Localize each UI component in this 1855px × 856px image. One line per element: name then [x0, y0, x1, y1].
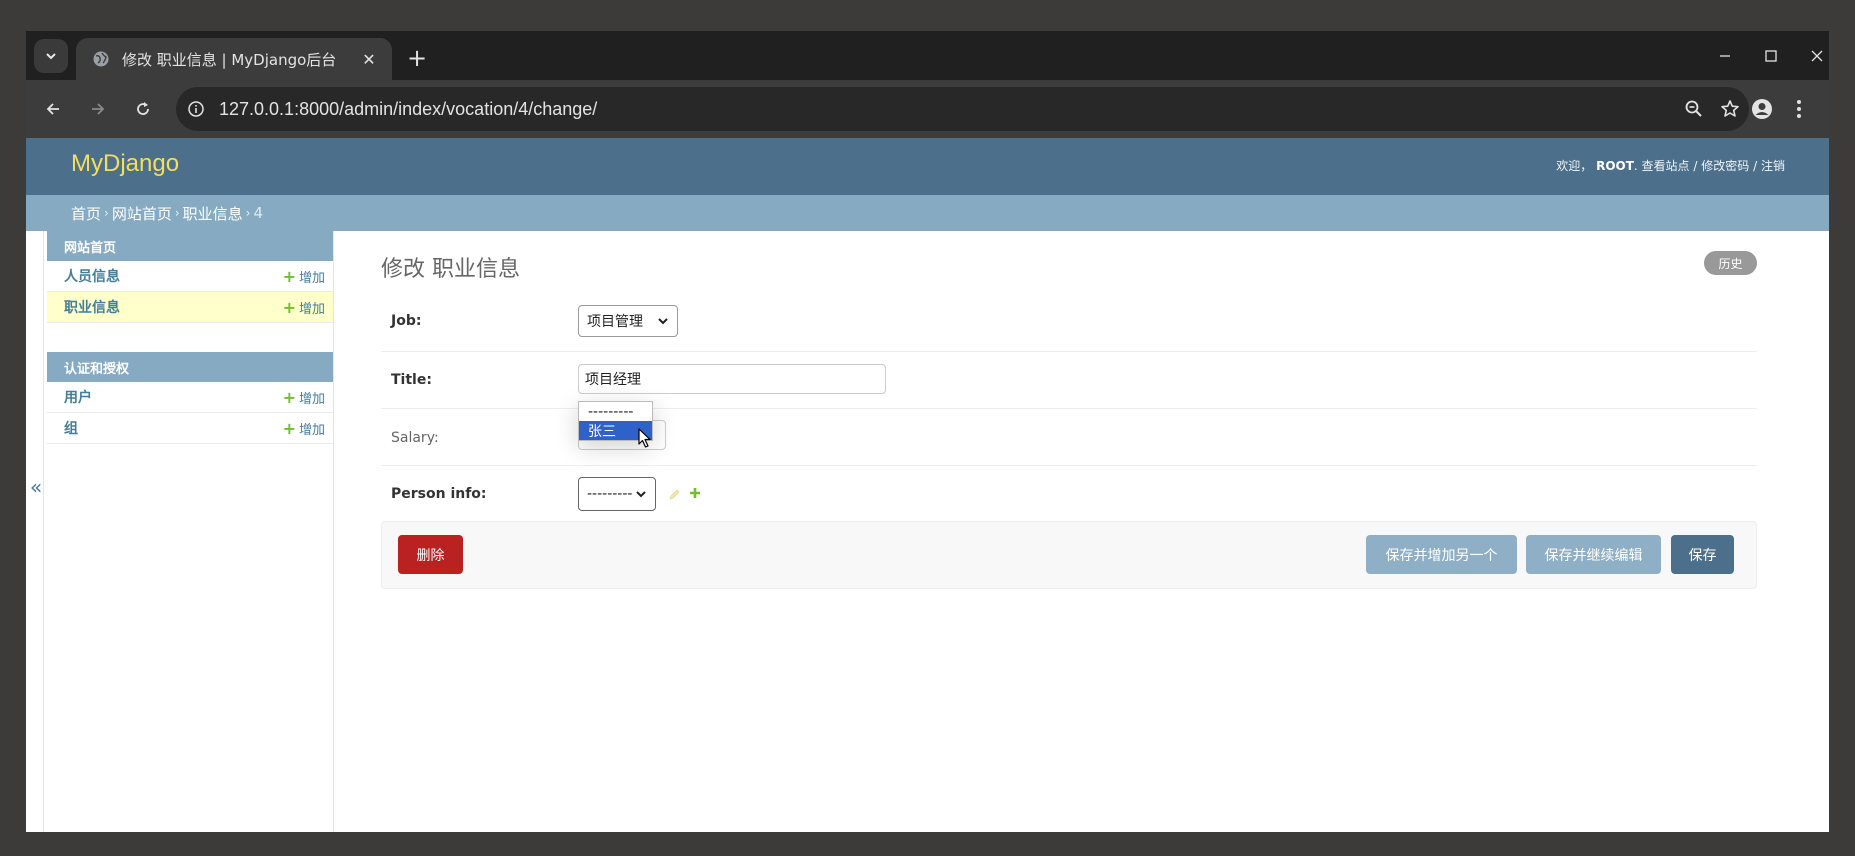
plus-icon: +: [282, 297, 296, 317]
close-window-icon[interactable]: [1797, 39, 1829, 73]
menu-dots-icon[interactable]: [1784, 93, 1814, 125]
history-button[interactable]: 历史: [1704, 251, 1757, 275]
save-button[interactable]: 保存: [1671, 535, 1734, 574]
browser-window: 修改 职业信息 | MyDjango后台 ✕ + 127.0.0.1:8000/…: [26, 31, 1829, 832]
sidebar-item-users[interactable]: 用户 + 增加: [47, 382, 333, 413]
breadcrumb-app[interactable]: 网站首页: [112, 203, 172, 224]
delete-button[interactable]: 删除: [398, 535, 463, 574]
plus-icon: +: [282, 387, 296, 407]
person-info-label: Person info:: [391, 486, 487, 502]
sidebar-collapse-strip[interactable]: «: [26, 231, 44, 832]
logout-link[interactable]: 注销: [1761, 159, 1785, 173]
site-brand[interactable]: MyDjango: [71, 150, 179, 178]
chevron-down-icon: [635, 488, 647, 500]
browser-tab[interactable]: 修改 职业信息 | MyDjango后台 ✕: [76, 38, 392, 80]
globe-icon: [92, 50, 110, 68]
admin-header: MyDjango 欢迎， ROOT. 查看站点 / 修改密码 / 注销: [26, 138, 1829, 195]
module-caption-app[interactable]: 网站首页: [47, 231, 333, 261]
welcome-text: 欢迎，: [1556, 159, 1593, 173]
add-vocation-link[interactable]: + 增加: [283, 298, 325, 317]
dropdown-option[interactable]: ---------: [579, 402, 652, 421]
chevron-down-icon: [657, 315, 669, 327]
site-info-icon[interactable]: [181, 94, 211, 124]
salary-label: Salary:: [391, 430, 439, 446]
maximize-icon[interactable]: [1751, 39, 1791, 73]
url-text: 127.0.0.1:8000/admin/index/vocation/4/ch…: [219, 98, 598, 119]
field-row-person-info: Person info: ---------: [381, 466, 1757, 526]
collapse-sidebar-icon[interactable]: «: [30, 475, 42, 499]
breadcrumb-model[interactable]: 职业信息: [183, 203, 243, 224]
bookmark-star-icon[interactable]: [1713, 92, 1747, 126]
reload-icon[interactable]: [127, 93, 159, 125]
plus-icon: +: [282, 266, 296, 286]
title-input[interactable]: 项目经理: [578, 364, 886, 394]
add-user-link[interactable]: + 增加: [283, 388, 325, 407]
chevron-down-icon: [46, 53, 56, 60]
nav-sidebar: 网站首页 人员信息 + 增加 职业信息 + 增加 认证和授权 用户 + 增加 组 + 增…: [44, 231, 334, 832]
job-label: Job:: [391, 313, 422, 329]
user-tools: 欢迎， ROOT. 查看站点 / 修改密码 / 注销: [1556, 159, 1785, 173]
add-person-link[interactable]: + 增加: [283, 267, 325, 286]
submit-row: 删除 保存并增加另一个 保存并继续编辑 保存: [381, 521, 1757, 589]
tab-strip: 修改 职业信息 | MyDjango后台 ✕ +: [26, 31, 1829, 80]
add-related-icon[interactable]: [688, 486, 702, 500]
breadcrumb-home[interactable]: 首页: [71, 203, 101, 224]
edit-pencil-icon[interactable]: [667, 487, 681, 501]
zoom-icon[interactable]: [1677, 92, 1711, 126]
forward-icon[interactable]: [82, 93, 114, 125]
new-tab-button[interactable]: +: [402, 43, 432, 73]
browser-toolbar: 127.0.0.1:8000/admin/index/vocation/4/ch…: [26, 80, 1829, 138]
minimize-icon[interactable]: [1705, 39, 1745, 73]
address-bar[interactable]: 127.0.0.1:8000/admin/index/vocation/4/ch…: [176, 87, 1749, 131]
mouse-cursor-icon: [638, 428, 651, 448]
breadcrumb: 首页 › 网站首页 › 职业信息 › 4: [26, 195, 1829, 231]
page-title: 修改 职业信息: [381, 257, 520, 282]
module-caption-auth[interactable]: 认证和授权: [47, 352, 333, 382]
view-site-link[interactable]: 查看站点: [1642, 159, 1690, 173]
title-label: Title:: [391, 372, 432, 388]
job-select[interactable]: 项目管理: [578, 305, 678, 337]
plus-icon: +: [282, 418, 296, 438]
save-and-continue-button[interactable]: 保存并继续编辑: [1526, 535, 1661, 574]
tab-close-icon[interactable]: ✕: [358, 50, 380, 69]
save-and-add-another-button[interactable]: 保存并增加另一个: [1366, 535, 1517, 574]
breadcrumb-current: 4: [253, 204, 264, 222]
field-row-job: Job: 项目管理: [381, 294, 1757, 352]
profile-icon[interactable]: [1746, 93, 1778, 125]
sidebar-item-person[interactable]: 人员信息 + 增加: [47, 261, 333, 292]
back-icon[interactable]: [37, 93, 69, 125]
person-info-select[interactable]: ---------: [578, 477, 656, 511]
sidebar-item-groups[interactable]: 组 + 增加: [47, 413, 333, 444]
change-password-link[interactable]: 修改密码: [1701, 159, 1749, 173]
username: ROOT: [1596, 159, 1634, 173]
tab-title: 修改 职业信息 | MyDjango后台: [122, 50, 337, 69]
add-group-link[interactable]: + 增加: [283, 419, 325, 438]
sidebar-item-vocation[interactable]: 职业信息 + 增加: [47, 292, 333, 323]
tab-search-button[interactable]: [34, 39, 68, 73]
